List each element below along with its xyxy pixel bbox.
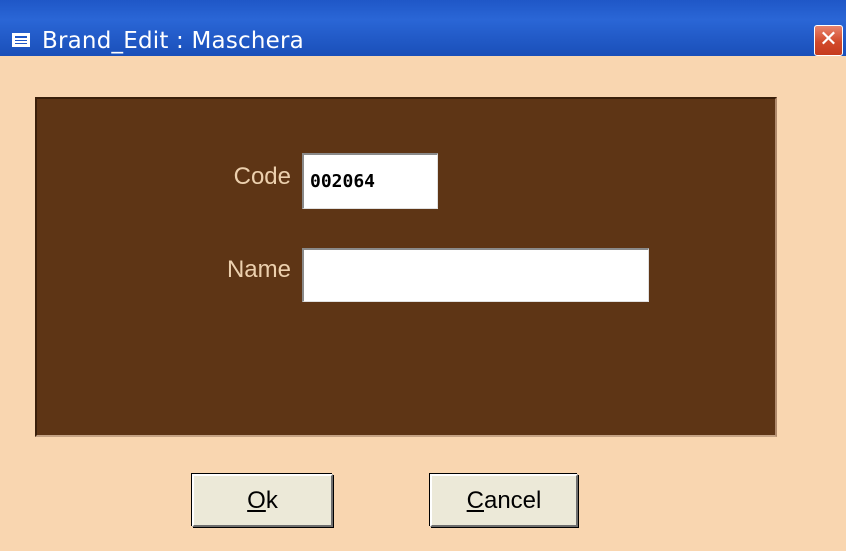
cancel-accelerator: C <box>466 487 484 514</box>
close-button[interactable]: ✕ <box>814 25 843 56</box>
ok-accelerator: O <box>247 487 266 514</box>
ok-button[interactable]: Ok <box>192 474 333 527</box>
code-field[interactable] <box>302 153 438 209</box>
window-title: Brand_Edit : Maschera <box>42 28 304 54</box>
close-icon: ✕ <box>819 27 838 52</box>
form-window: Brand_Edit : Maschera ✕ Code Name Ok Can… <box>0 0 846 551</box>
name-label: Name <box>226 256 291 283</box>
name-field[interactable] <box>302 248 649 302</box>
cancel-button[interactable]: Cancel <box>430 474 578 527</box>
title-bar[interactable]: Brand_Edit : Maschera ✕ <box>0 0 846 56</box>
form-icon <box>12 33 30 47</box>
ok-label: k <box>265 487 278 514</box>
code-label: Code <box>233 163 291 190</box>
cancel-label: ancel <box>483 487 542 514</box>
